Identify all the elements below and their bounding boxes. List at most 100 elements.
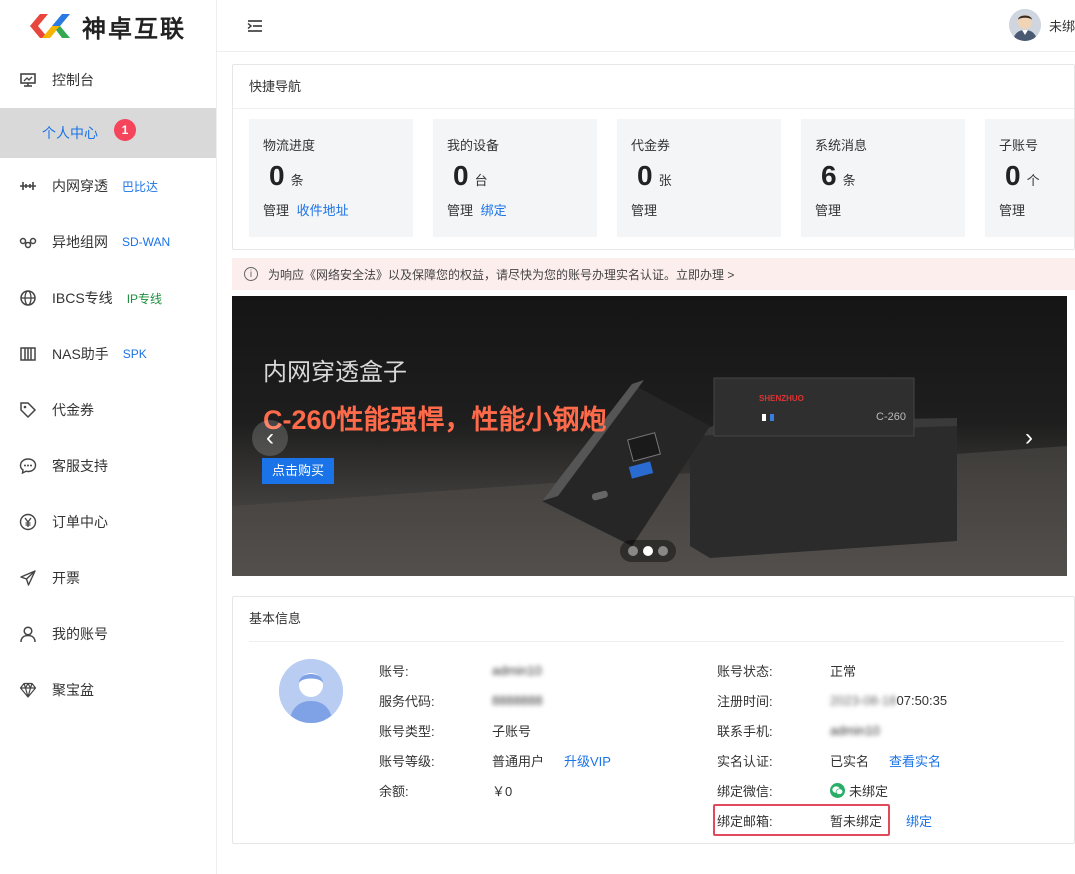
card-unit: 条 bbox=[290, 173, 304, 188]
sidebar-item-label: 代金券 bbox=[52, 402, 94, 418]
bind-device-link[interactable]: 绑定 bbox=[481, 203, 507, 218]
carousel-dot[interactable] bbox=[658, 546, 669, 556]
manage-link[interactable]: 管理 bbox=[999, 203, 1025, 218]
info-row-register-time: 注册时间: 2023-08-18 07:50:35 bbox=[717, 685, 947, 715]
tag-icon bbox=[18, 400, 38, 420]
sidebar-item-tag: SPK bbox=[122, 347, 147, 361]
info-value-service-code: 8888888 bbox=[492, 692, 543, 708]
info-value-balance: ￥0 bbox=[492, 783, 513, 799]
sidebar-item-invoice[interactable]: 开票 bbox=[0, 550, 216, 606]
info-key: 余额: bbox=[379, 783, 409, 799]
sidebar-item-orders[interactable]: 订单中心 bbox=[0, 494, 216, 550]
info-value-account-type: 子账号 bbox=[492, 723, 532, 739]
bind-email-link[interactable]: 绑定 bbox=[906, 811, 932, 830]
card-actions: 管理 收件地址 bbox=[263, 200, 399, 219]
monitor-icon bbox=[18, 70, 38, 90]
carousel-next-icon[interactable]: › bbox=[1011, 420, 1047, 456]
sidebar-item-sdwan[interactable]: 异地组网 SD-WAN bbox=[0, 214, 216, 270]
info-icon: i bbox=[244, 267, 258, 281]
sidebar-item-label: 订单中心 bbox=[52, 514, 108, 530]
realname-status: 已实名 bbox=[830, 753, 870, 769]
info-key: 注册时间: bbox=[717, 693, 773, 709]
card-actions: 管理 bbox=[631, 200, 767, 219]
user-menu[interactable]: 未绑 bbox=[1008, 9, 1075, 41]
sidebar-item-voucher[interactable]: 代金券 bbox=[0, 382, 216, 438]
sidebar-item-label: 开票 bbox=[52, 570, 80, 586]
card-value: 0 条 bbox=[263, 160, 399, 192]
sidebar-item-label: 聚宝盆 bbox=[52, 682, 94, 698]
info-row-account: 账号: admin10 bbox=[379, 655, 611, 685]
sidebar-item-treasure[interactable]: 聚宝盆 bbox=[0, 662, 216, 718]
info-value-level: 普通用户 升级VIP bbox=[492, 751, 611, 770]
sidebar-item-nas[interactable]: NAS助手 SPK bbox=[0, 326, 216, 382]
info-value-realname: 已实名 查看实名 bbox=[830, 751, 941, 770]
manage-link[interactable]: 管理 bbox=[447, 203, 473, 218]
sidebar-item-personal[interactable]: 个人中心 1 bbox=[0, 108, 216, 158]
card-title: 子账号 bbox=[999, 138, 1039, 153]
view-realname-link[interactable]: 查看实名 bbox=[889, 751, 941, 770]
card-value: 0 台 bbox=[447, 160, 583, 192]
sidebar-item-account[interactable]: 我的账号 bbox=[0, 606, 216, 662]
info-value-register-time: 2023-08-18 07:50:35 bbox=[830, 693, 947, 708]
manage-link[interactable]: 管理 bbox=[263, 203, 289, 218]
info-row-wechat: 绑定微信: 未绑定 bbox=[717, 775, 947, 805]
info-value-wechat: 未绑定 bbox=[830, 781, 888, 800]
card-messages: 系统消息 6 条 管理 bbox=[801, 119, 965, 237]
upgrade-vip-link[interactable]: 升级VIP bbox=[564, 751, 611, 770]
banner-title: C-260性能强悍，性能小钢炮 bbox=[263, 405, 607, 435]
address-link[interactable]: 收件地址 bbox=[297, 203, 349, 218]
sidebar-item-label: 个人中心 bbox=[42, 125, 98, 141]
carousel-dot[interactable] bbox=[627, 546, 638, 556]
quick-nav-title: 快捷导航 bbox=[233, 65, 1074, 109]
sidebar-item-tag: 巴比达 bbox=[122, 179, 159, 194]
buy-button[interactable]: 点击购买 bbox=[262, 458, 335, 484]
diamond-icon bbox=[18, 680, 38, 700]
card-number: 0 bbox=[1005, 160, 1021, 191]
info-right-column: 账号状态: 正常 注册时间: 2023-08-18 07:50:35 联系手机:… bbox=[713, 655, 947, 836]
sidebar-item-tag: SD-WAN bbox=[122, 235, 171, 249]
card-actions: 管理 bbox=[999, 200, 1074, 219]
wechat-status: 未绑定 bbox=[849, 783, 889, 799]
menu-fold-icon[interactable] bbox=[247, 18, 263, 34]
card-unit: 个 bbox=[1026, 173, 1040, 188]
sidebar-item-label: 客服支持 bbox=[52, 458, 108, 474]
brand-name: 神卓互联 bbox=[82, 15, 186, 43]
brand-logo[interactable]: 神卓互联 bbox=[0, 0, 216, 52]
card-unit: 条 bbox=[842, 173, 856, 188]
realname-notice[interactable]: i 为响应《网络安全法》以及保障您的权益，请尽快为您的账号办理实名认证。立即办理… bbox=[232, 258, 1075, 290]
profile-avatar bbox=[279, 659, 343, 723]
manage-link[interactable]: 管理 bbox=[815, 203, 841, 218]
card-number: 0 bbox=[269, 160, 285, 191]
card-actions: 管理 bbox=[815, 200, 951, 219]
carousel-dot-active[interactable] bbox=[642, 546, 653, 556]
quick-nav-cards: 物流进度 0 条 管理 收件地址 我的设备 0 台 管理 绑定 代金券 0 张 … bbox=[233, 109, 1074, 237]
info-row-level: 账号等级: 普通用户 升级VIP bbox=[379, 745, 611, 775]
network-icon bbox=[18, 232, 38, 252]
card-number: 0 bbox=[637, 160, 653, 191]
sidebar-item-penetrate[interactable]: 内网穿透 巴比达 bbox=[0, 158, 216, 214]
card-devices: 我的设备 0 台 管理 绑定 bbox=[433, 119, 597, 237]
info-key: 绑定微信: bbox=[717, 783, 773, 799]
sidebar-item-label: 内网穿透 bbox=[52, 178, 108, 194]
send-icon bbox=[18, 568, 38, 588]
sidebar-item-support[interactable]: 客服支持 bbox=[0, 438, 216, 494]
manage-link[interactable]: 管理 bbox=[631, 203, 657, 218]
device-brand: SHENZHUO bbox=[759, 394, 804, 403]
sidebar-item-console[interactable]: 控制台 bbox=[0, 52, 216, 108]
sidebar-item-tag: IP专线 bbox=[126, 291, 163, 306]
quick-nav-panel: 快捷导航 物流进度 0 条 管理 收件地址 我的设备 0 台 管理 绑定 代金券… bbox=[232, 64, 1075, 250]
info-key: 账号: bbox=[379, 663, 409, 679]
banner-subtitle: 内网穿透盒子 bbox=[263, 359, 407, 386]
sidebar-item-label: IBCS专线 bbox=[52, 290, 113, 306]
carousel-prev-icon[interactable]: ‹ bbox=[252, 420, 288, 456]
main-content: 快捷导航 物流进度 0 条 管理 收件地址 我的设备 0 台 管理 绑定 代金券… bbox=[232, 64, 1075, 844]
sidebar-item-ibcs[interactable]: IBCS专线 IP专线 bbox=[0, 270, 216, 326]
device-model: C-260 bbox=[876, 411, 906, 423]
card-value: 0 个 bbox=[999, 160, 1074, 192]
logo-icon bbox=[30, 14, 70, 38]
info-row-phone: 联系手机: admin10 bbox=[717, 715, 947, 745]
info-key: 服务代码: bbox=[379, 693, 435, 709]
globe-icon bbox=[18, 288, 38, 308]
card-value: 0 张 bbox=[631, 160, 767, 192]
card-vouchers: 代金券 0 张 管理 bbox=[617, 119, 781, 237]
